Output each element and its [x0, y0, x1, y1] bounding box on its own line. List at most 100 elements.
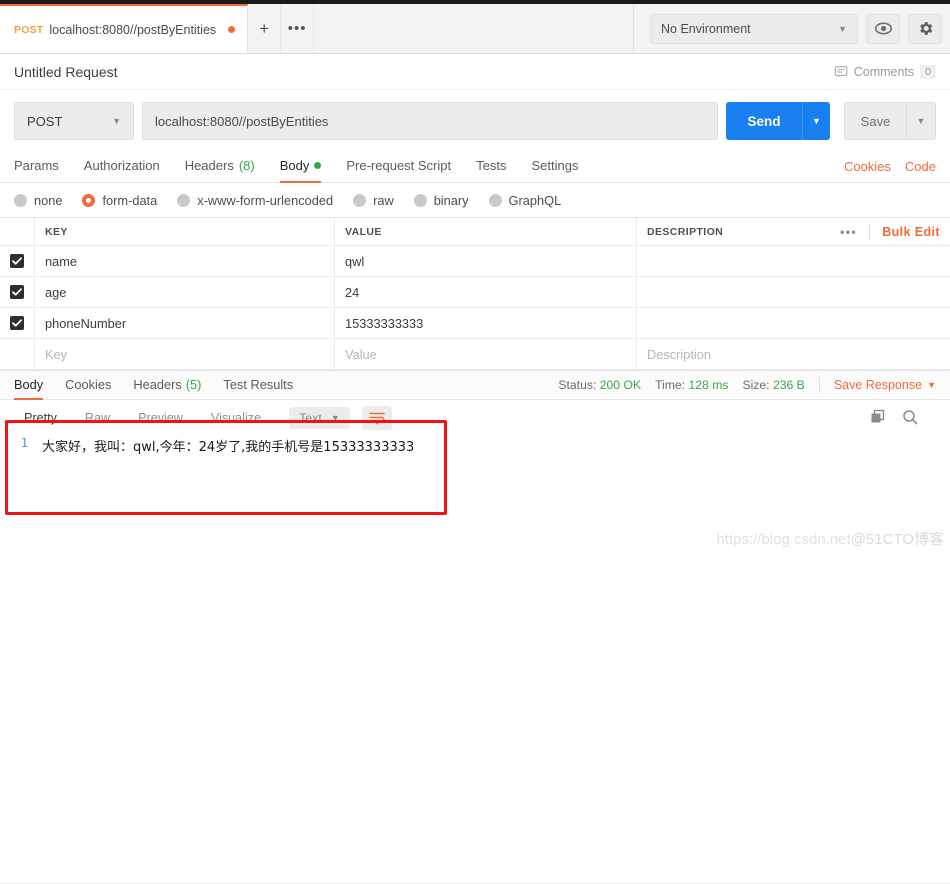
table-options-button[interactable]: ••• [840, 225, 857, 239]
header-key: KEY [35, 218, 335, 245]
body-type-urlencoded-label: x-www-form-urlencoded [197, 192, 334, 208]
viewer-tab-preview[interactable]: Preview [124, 408, 197, 428]
viewer-tab-pretty[interactable]: Pretty [10, 408, 71, 428]
response-format-selector[interactable]: Text ▼ [289, 407, 350, 429]
bulk-edit-link[interactable]: Bulk Edit [882, 225, 940, 239]
save-button[interactable]: Save [844, 102, 906, 140]
search-button[interactable] [902, 409, 918, 428]
tab-params[interactable]: Params [14, 150, 59, 183]
wrap-lines-button[interactable] [361, 406, 392, 430]
tab-body[interactable]: Body [279, 150, 322, 183]
row-value-cell[interactable]: 15333333333 [335, 308, 637, 338]
empty-row-key-placeholder: Key [45, 346, 68, 362]
comments-label: Comments [853, 64, 915, 79]
tab-authorization[interactable]: Authorization [84, 150, 160, 183]
empty-row-description-input[interactable]: Description [637, 339, 950, 369]
row-key-cell[interactable]: name [35, 246, 335, 276]
viewer-tab-visualize[interactable]: Visualize [197, 408, 275, 428]
save-options-button[interactable]: ▼ [906, 102, 936, 140]
copy-button[interactable] [870, 409, 886, 428]
tab-settings[interactable]: Settings [531, 150, 578, 183]
tab-headers[interactable]: Headers (8) [185, 150, 255, 183]
cookies-link[interactable]: Cookies [844, 159, 891, 174]
tab-settings-label: Settings [531, 157, 579, 173]
response-tabs: Body Cookies Headers (5) Test Results St… [0, 370, 950, 400]
request-tab-postbyentities[interactable]: POST localhost:8080//postByEntities [0, 4, 249, 53]
environment-quick-look-button[interactable] [866, 13, 900, 44]
body-type-form-data[interactable]: form-data [82, 193, 157, 208]
response-tab-cookies[interactable]: Cookies [65, 370, 111, 400]
environment-selector[interactable]: No Environment ▼ [650, 13, 858, 44]
row-description-cell[interactable] [637, 277, 950, 307]
row-checkbox[interactable] [10, 316, 24, 330]
response-tab-headers[interactable]: Headers (5) [133, 370, 201, 400]
tab-options-button[interactable]: ••• [281, 4, 315, 53]
empty-row-checkbox-cell [0, 339, 35, 369]
row-key-value: name [45, 253, 78, 269]
tab-title-label: localhost:8080//postByEntities [49, 22, 217, 37]
code-link[interactable]: Code [905, 159, 936, 174]
tab-pre-request-script[interactable]: Pre-request Script [346, 150, 451, 183]
body-type-graphql[interactable]: GraphQL [488, 192, 562, 208]
comment-icon [834, 65, 848, 77]
check-icon [12, 288, 22, 296]
wrap-lines-icon [369, 412, 385, 425]
comments-button[interactable]: Comments 0 [834, 64, 936, 79]
size-meta: Size: 236 B [742, 378, 804, 392]
body-type-raw-label: raw [373, 192, 394, 208]
viewer-right-actions [870, 409, 940, 428]
table-header-row: KEY VALUE DESCRIPTION ••• Bulk Edit [0, 218, 950, 246]
body-type-raw[interactable]: raw [353, 193, 394, 208]
tab-headers-label: Headers [184, 157, 234, 173]
response-tab-test-results[interactable]: Test Results [223, 370, 293, 400]
response-tab-body[interactable]: Body [14, 370, 44, 400]
radio-selected-icon [82, 193, 96, 207]
settings-button[interactable] [908, 13, 942, 44]
radio-icon [488, 193, 502, 207]
body-type-urlencoded[interactable]: x-www-form-urlencoded [177, 193, 333, 208]
tab-tests[interactable]: Tests [476, 150, 506, 183]
viewer-tab-raw[interactable]: Raw [71, 408, 124, 428]
tab-method-label: POST [14, 23, 44, 36]
row-value-cell[interactable]: 24 [335, 277, 637, 307]
response-tab-cookies-label: Cookies [65, 376, 112, 392]
row-checkbox[interactable] [10, 254, 24, 268]
chevron-down-icon: ▼ [112, 116, 121, 126]
new-tab-button[interactable]: + [248, 4, 282, 53]
chevron-down-icon: ▼ [927, 380, 936, 390]
http-method-selector[interactable]: POST ▼ [14, 102, 134, 140]
empty-row-key-input[interactable]: Key [35, 339, 335, 369]
row-description-cell[interactable] [637, 246, 950, 276]
empty-row-value-input[interactable]: Value [335, 339, 637, 369]
tab-body-label: Body [279, 157, 310, 173]
row-checkbox[interactable] [10, 285, 24, 299]
row-key-cell[interactable]: age [35, 277, 335, 307]
header-description-cell: DESCRIPTION ••• Bulk Edit [637, 218, 950, 245]
body-type-graphql-label: GraphQL [508, 192, 562, 208]
url-input[interactable]: localhost:8080//postByEntities [142, 102, 718, 140]
response-body-code[interactable]: 1 大家好，我叫：qwl,今年：24岁了,我的手机号是15333333333 [0, 428, 950, 455]
row-description-cell[interactable] [637, 308, 950, 338]
environment-selected-label: No Environment [661, 21, 751, 36]
body-type-form-data-label: form-data [102, 192, 158, 208]
response-format-label: Text [299, 411, 322, 425]
request-tabs-links: Cookies Code [844, 159, 936, 174]
comments-count-badge: 0 [920, 64, 936, 79]
row-key-cell[interactable]: phoneNumber [35, 308, 335, 338]
send-options-button[interactable]: ▼ [802, 102, 830, 140]
request-title-row: Untitled Request Comments 0 [0, 54, 950, 90]
watermark-url: https://blog.csdn.net [716, 531, 851, 548]
save-response-button[interactable]: Save Response ▼ [834, 378, 936, 392]
body-type-none[interactable]: none [14, 193, 62, 208]
time-value: 128 ms [688, 378, 729, 392]
row-value-cell[interactable]: qwl [335, 246, 637, 276]
empty-row-value-placeholder: Value [345, 346, 377, 362]
chevron-down-icon: ▼ [838, 23, 847, 34]
table-empty-row: Key Value Description [0, 339, 950, 370]
save-button-group: Save ▼ [844, 102, 936, 140]
response-tab-headers-label: Headers [133, 376, 182, 392]
body-type-binary[interactable]: binary [413, 193, 469, 208]
page-title: Untitled Request [14, 63, 118, 80]
send-button[interactable]: Send [726, 102, 802, 140]
row-checkbox-cell [0, 277, 35, 307]
